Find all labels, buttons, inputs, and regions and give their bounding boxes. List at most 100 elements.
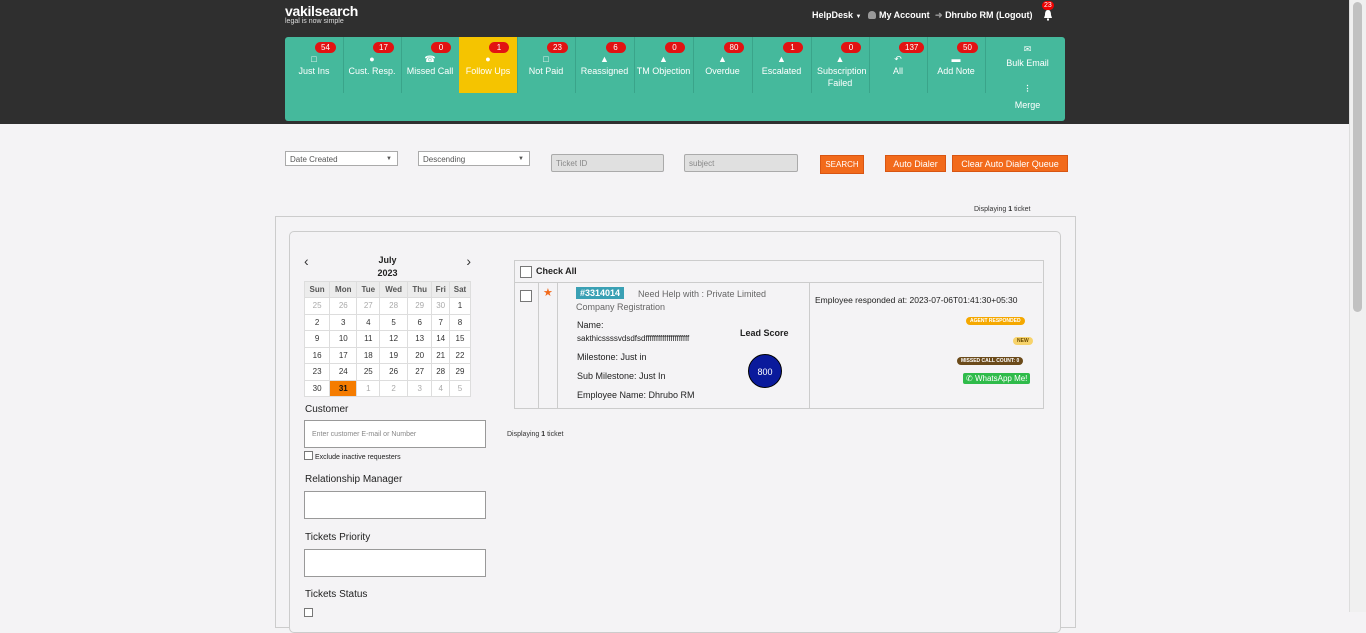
ticket-subject-line1[interactable]: Need Help with : Private Limited (638, 289, 766, 299)
calendar-week: 30 31 1 2 3 4 5 (303, 379, 472, 397)
sort-field-select[interactable]: Date Created ▼ (285, 151, 398, 166)
toolbar-item-subscription-failed[interactable]: 0 ▲ Subscription Failed (811, 37, 870, 93)
calendar-day[interactable]: 23 (303, 363, 331, 381)
displaying-count-top: Displaying 1 ticket (974, 206, 1030, 213)
ticket-id-input[interactable]: Ticket ID (551, 154, 664, 172)
calendar-day-header: Wed (379, 281, 408, 298)
calendar-day[interactable]: 3 (329, 313, 358, 331)
customer-name-label: Name: (577, 320, 604, 330)
calendar-day[interactable]: 4 (356, 313, 381, 331)
calendar-day[interactable]: 19 (379, 346, 408, 364)
calendar-day[interactable]: 25 (356, 363, 381, 381)
merge-icon: ⋮ (1023, 84, 1032, 93)
exclude-inactive-row[interactable]: Exclude inactive requesters (304, 451, 401, 461)
calendar-day[interactable]: 7 (431, 313, 450, 331)
toolbar-item-just-ins[interactable]: 54 □ Just Ins (285, 37, 344, 93)
logout-link[interactable]: ➜ Dhrubo RM (Logout) (935, 10, 1033, 21)
helpdesk-menu[interactable]: HelpDesk ▼ (812, 10, 862, 20)
ticket-checkbox[interactable] (520, 290, 532, 302)
star-icon[interactable]: ★ (543, 286, 553, 299)
calendar-day[interactable]: 26 (379, 363, 408, 381)
count-badge: 23 (547, 42, 568, 53)
calendar-day[interactable]: 1 (356, 379, 381, 397)
sign-out-icon: ➜ (935, 10, 943, 20)
calendar-day[interactable]: 30 (303, 379, 331, 397)
bell-icon: ▲ (718, 54, 727, 64)
merge-button[interactable]: ⋮ Merge (990, 84, 1065, 110)
missed-call-count-badge: MISSED CALL COUNT: 0 (957, 357, 1024, 365)
new-badge: NEW (1013, 337, 1033, 345)
calendar-day[interactable]: 31 (329, 379, 358, 397)
toolbar-item-not-paid[interactable]: 23 □ Not Paid (517, 37, 576, 93)
calendar-day[interactable]: 30 (431, 297, 450, 315)
auto-dialer-button[interactable]: Auto Dialer (885, 155, 946, 172)
calendar-day[interactable]: 9 (303, 330, 331, 348)
relationship-manager-input[interactable] (304, 491, 486, 519)
search-button[interactable]: SEARCH (820, 155, 864, 174)
calendar-day[interactable]: 24 (329, 363, 358, 381)
toolbar-item-cust-resp[interactable]: 17 ● Cust. Resp. (343, 37, 402, 93)
page-scrollbar[interactable] (1349, 0, 1366, 612)
sort-order-select[interactable]: Descending ▼ (418, 151, 530, 166)
calendar-day[interactable]: 17 (329, 346, 358, 364)
subject-input[interactable]: subject (684, 154, 798, 172)
calendar-day[interactable]: 2 (303, 313, 331, 331)
calendar-day[interactable]: 14 (431, 330, 450, 348)
calendar-day[interactable]: 13 (406, 330, 433, 348)
calendar-day[interactable]: 6 (406, 313, 433, 331)
count-badge: 0 (431, 42, 451, 53)
toolbar-item-overdue[interactable]: 80 ▲ Overdue (693, 37, 753, 93)
check-all-label[interactable]: Check All (536, 266, 577, 276)
bulk-email-button[interactable]: ✉ Bulk Email (990, 44, 1065, 68)
calendar-day[interactable]: 29 (406, 297, 433, 315)
calendar-day[interactable]: 29 (448, 363, 472, 381)
logo-text: vakilsearch (285, 3, 358, 19)
clear-auto-dialer-queue-button[interactable]: Clear Auto Dialer Queue (952, 155, 1068, 172)
calendar-day[interactable]: 3 (406, 379, 433, 397)
calendar-day[interactable]: 27 (406, 363, 433, 381)
calendar-day[interactable]: 2 (379, 379, 408, 397)
toolbar-item-missed-call[interactable]: 0 ☎ Missed Call (401, 37, 460, 93)
toolbar-item-follow-ups[interactable]: 1 ● Follow Ups (459, 37, 518, 93)
calendar-day[interactable]: 5 (448, 379, 472, 397)
toolbar-item-label: Just Ins (298, 66, 330, 76)
ticket-id-badge[interactable]: #3314014 (576, 287, 625, 299)
my-account-link[interactable]: My Account (868, 10, 930, 20)
ticket-subject-line2[interactable]: Company Registration (576, 302, 665, 312)
calendar-day[interactable]: 28 (431, 363, 450, 381)
ticket-category-toolbar: 54 □ Just Ins 17 ● Cust. Resp. 0 ☎ Missed Call 1 ●… (285, 37, 1065, 121)
calendar-day[interactable]: 25 (303, 297, 331, 315)
vakilsearch-logo[interactable]: vakilsearch legal is now simple (285, 4, 358, 26)
status-checkbox[interactable] (304, 608, 313, 617)
calendar-day[interactable]: 18 (356, 346, 381, 364)
calendar-day[interactable]: 11 (356, 330, 381, 348)
calendar-day[interactable]: 15 (448, 330, 472, 348)
calendar-day[interactable]: 12 (379, 330, 408, 348)
exclude-inactive-checkbox[interactable] (304, 451, 313, 460)
check-all-row: Check All (514, 260, 1042, 283)
calendar-day[interactable]: 21 (431, 346, 450, 364)
toolbar-item-escalated[interactable]: 1 ▲ Escalated (752, 37, 812, 93)
calendar-day[interactable]: 5 (379, 313, 408, 331)
calendar-day[interactable]: 4 (431, 379, 450, 397)
tickets-priority-input[interactable] (304, 549, 486, 577)
calendar-day[interactable]: 16 (303, 346, 331, 364)
whatsapp-button[interactable]: ✆ WhatsApp Me! (963, 373, 1031, 384)
scrollbar-thumb[interactable] (1353, 2, 1362, 312)
bell-icon[interactable] (1042, 9, 1054, 21)
calendar-day[interactable]: 26 (329, 297, 358, 315)
toolbar-item-add-note[interactable]: 50 ▬ Add Note (927, 37, 986, 93)
chevron-right-icon[interactable]: › (466, 253, 471, 269)
calendar-day[interactable]: 1 (448, 297, 472, 315)
calendar-day[interactable]: 8 (448, 313, 472, 331)
check-all-checkbox[interactable] (520, 266, 532, 278)
calendar-day[interactable]: 20 (406, 346, 433, 364)
calendar-day[interactable]: 28 (379, 297, 408, 315)
toolbar-item-tm-objection[interactable]: 0 ▲ TM Objection (634, 37, 694, 93)
toolbar-item-reassigned[interactable]: 6 ▲ Reassigned (575, 37, 635, 93)
toolbar-item-all[interactable]: 137 ↶ All (869, 37, 928, 93)
calendar-day[interactable]: 27 (356, 297, 381, 315)
customer-input[interactable]: Enter customer E-mail or Number (304, 420, 486, 448)
calendar-day[interactable]: 10 (329, 330, 358, 348)
calendar-day[interactable]: 22 (448, 346, 472, 364)
